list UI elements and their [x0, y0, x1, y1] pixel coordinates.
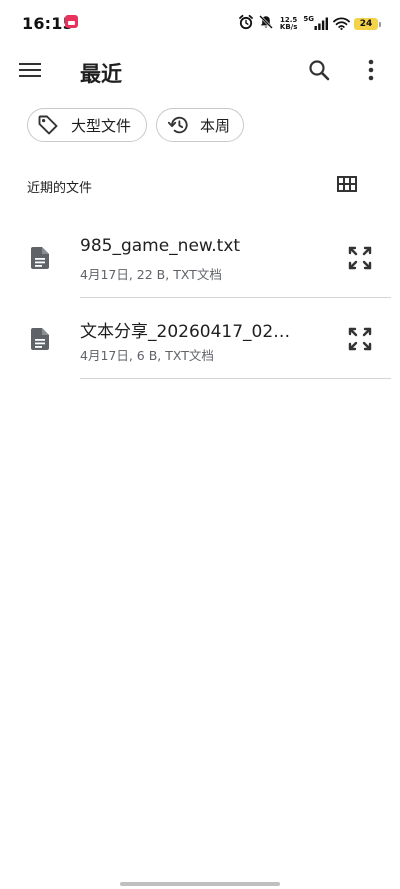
file-meta: 4月17日, 22 B, TXT文档 — [80, 267, 222, 282]
filter-chip-label: 大型文件 — [71, 116, 132, 135]
file-list-item[interactable]: 文本分享_20260417_021… 4月17日, 6 B, TXT文档 — [0, 299, 400, 379]
list-divider — [80, 378, 391, 379]
status-bar: 16:15 12.5 KB/s 5G 24 — [0, 0, 400, 48]
expand-button[interactable] — [340, 238, 380, 278]
search-icon — [309, 60, 330, 81]
expand-icon — [348, 327, 372, 351]
section-title: 近期的文件 — [27, 181, 93, 196]
app-bar: 最近 — [0, 48, 400, 96]
battery-icon: 24 — [354, 18, 381, 30]
file-meta: 4月17日, 6 B, TXT文档 — [80, 348, 214, 363]
filter-chip-large-files[interactable]: 大型文件 — [27, 108, 147, 142]
signal-icon — [314, 15, 329, 34]
history-icon — [167, 114, 189, 136]
menu-icon — [19, 63, 41, 77]
tag-icon — [37, 114, 59, 136]
file-list-item[interactable]: 985_game_new.txt 4月17日, 22 B, TXT文档 — [0, 218, 400, 298]
mute-icon — [258, 14, 274, 34]
status-icons: 12.5 KB/s 5G 24 — [238, 14, 381, 34]
network-speed: 12.5 KB/s — [280, 17, 297, 31]
page-title: 最近 — [80, 62, 122, 86]
more-vert-icon — [368, 59, 374, 81]
filter-chip-label: 本周 — [200, 116, 231, 135]
app-notification-icon — [65, 15, 78, 28]
more-options-button[interactable] — [351, 50, 391, 90]
gesture-handle[interactable] — [120, 882, 280, 886]
battery-level: 24 — [359, 19, 373, 29]
expand-button[interactable] — [340, 319, 380, 359]
grid-view-icon — [337, 176, 357, 192]
file-name: 985_game_new.txt — [80, 236, 241, 256]
document-icon — [26, 325, 54, 353]
document-icon — [26, 244, 54, 272]
expand-icon — [348, 246, 372, 270]
filter-chip-this-week[interactable]: 本周 — [156, 108, 244, 142]
search-button[interactable] — [299, 50, 339, 90]
network-type: 5G — [303, 15, 314, 23]
alarm-icon — [238, 14, 254, 34]
network-speed-unit: KB/s — [279, 23, 298, 31]
wifi-icon — [333, 15, 350, 34]
list-divider — [80, 297, 391, 298]
view-toggle-button[interactable] — [327, 164, 367, 204]
menu-button[interactable] — [10, 50, 50, 90]
file-name: 文本分享_20260417_021… — [80, 322, 300, 342]
